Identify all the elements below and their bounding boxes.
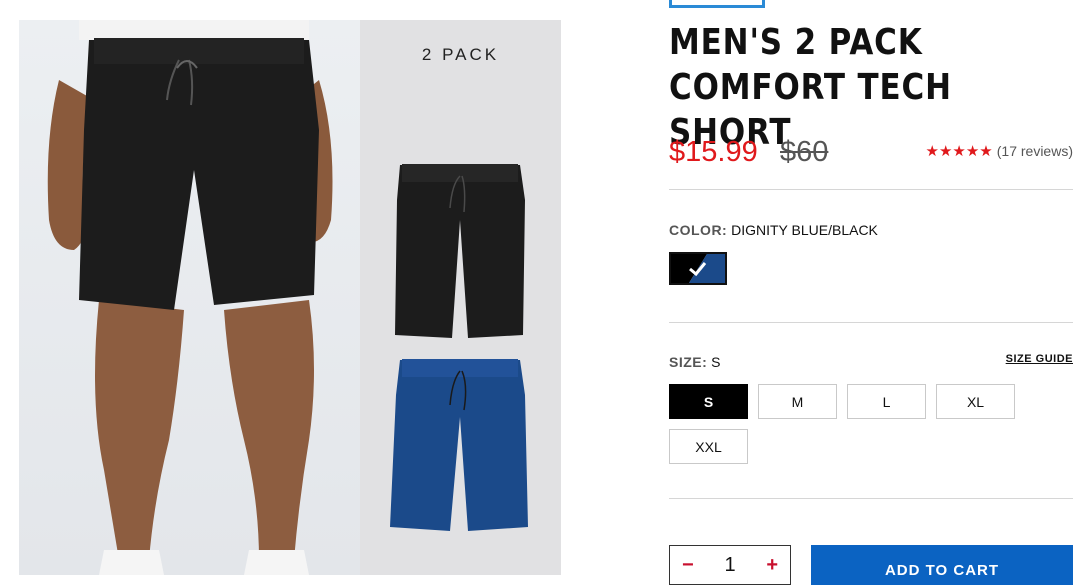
- rating[interactable]: ★★★★★ (17 reviews): [926, 142, 1074, 160]
- star-rating-icon: ★★★★★: [925, 143, 993, 160]
- increase-quantity-button[interactable]: +: [766, 554, 778, 577]
- main-product-image[interactable]: [19, 20, 360, 575]
- reviews-count[interactable]: (17 reviews): [997, 143, 1073, 159]
- two-pack-panel: 2 PACK: [360, 20, 561, 575]
- blue-shorts-image[interactable]: [388, 355, 533, 535]
- product-title: MEN'S 2 PACK COMFORT TECH SHORT: [669, 20, 1022, 155]
- size-guide-link[interactable]: SIZE GUIDE: [1006, 353, 1073, 365]
- size-label: SIZE: S: [669, 354, 721, 370]
- color-swatch-graphic: [671, 254, 725, 283]
- divider: [669, 498, 1073, 499]
- size-option-s[interactable]: S: [669, 384, 748, 419]
- size-option-l[interactable]: L: [847, 384, 926, 419]
- quantity-value[interactable]: 1: [724, 554, 735, 577]
- black-shorts-image[interactable]: [390, 160, 530, 340]
- color-label: COLOR: DIGNITY BLUE/BLACK: [669, 222, 878, 238]
- sale-price: $15.99: [669, 136, 758, 168]
- size-option-m[interactable]: M: [758, 384, 837, 419]
- color-label-key: COLOR:: [669, 222, 728, 238]
- original-price: $60: [780, 136, 829, 168]
- divider: [669, 189, 1073, 190]
- product-gallery: 2 PACK: [19, 20, 561, 575]
- decrease-quantity-button[interactable]: −: [682, 554, 694, 577]
- price-row: $15.99 $60 ★★★★★ (17 reviews): [669, 136, 1073, 172]
- color-swatch-dignity-blue-black[interactable]: [669, 252, 727, 285]
- image-tab-indicator[interactable]: [669, 0, 765, 8]
- product-title-line1: MEN'S 2 PACK: [669, 22, 923, 63]
- divider: [669, 322, 1073, 323]
- pack-label: 2 PACK: [421, 45, 500, 64]
- color-value: DIGNITY BLUE/BLACK: [731, 222, 878, 238]
- quantity-stepper: − 1 +: [669, 545, 791, 585]
- size-value: S: [711, 354, 721, 370]
- size-label-key: SIZE:: [669, 354, 708, 370]
- model-wearing-shorts-image: [47, 20, 333, 575]
- size-option-xxl[interactable]: XXL: [669, 429, 748, 464]
- add-to-cart-button[interactable]: ADD TO CART: [811, 545, 1073, 585]
- size-option-xl[interactable]: XL: [936, 384, 1015, 419]
